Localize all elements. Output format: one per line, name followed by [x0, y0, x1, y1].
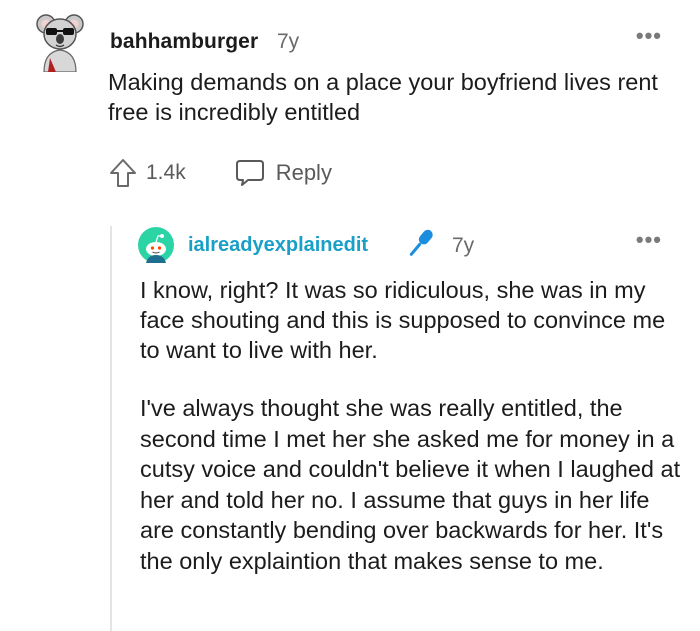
comment-thread: bahhamburger 7y ••• Making demands on a … — [0, 0, 700, 631]
more-options-icon[interactable]: ••• — [636, 25, 662, 47]
comment-timestamp: 7y — [277, 30, 300, 53]
more-options-icon[interactable]: ••• — [636, 229, 662, 251]
reply-timestamp: 7y — [452, 234, 475, 257]
upvote-arrow-icon — [110, 159, 136, 187]
comment-body: Making demands on a place your boyfriend… — [108, 69, 658, 125]
reply-paragraph: I know, right? It was so ridiculous, she… — [140, 277, 666, 363]
reply-label: Reply — [275, 160, 332, 185]
speech-bubble-icon — [235, 160, 264, 186]
reply-paragraph: I've always thought she was really entit… — [140, 395, 681, 574]
upvote-count: 1.4k — [146, 161, 186, 184]
thread-line[interactable] — [110, 226, 112, 631]
koala-avatar-icon[interactable] — [36, 10, 84, 73]
reply-button[interactable]: Reply — [234, 158, 332, 188]
snoo-avatar-icon[interactable] — [138, 227, 174, 263]
upvote-button[interactable]: 1.4k — [108, 157, 186, 189]
comment-actions: 1.4k Reply — [108, 155, 332, 191]
reply-username[interactable]: ialreadyexplainedit — [188, 234, 368, 257]
comment-username[interactable]: bahhamburger — [110, 30, 258, 54]
microphone-icon — [400, 226, 440, 262]
